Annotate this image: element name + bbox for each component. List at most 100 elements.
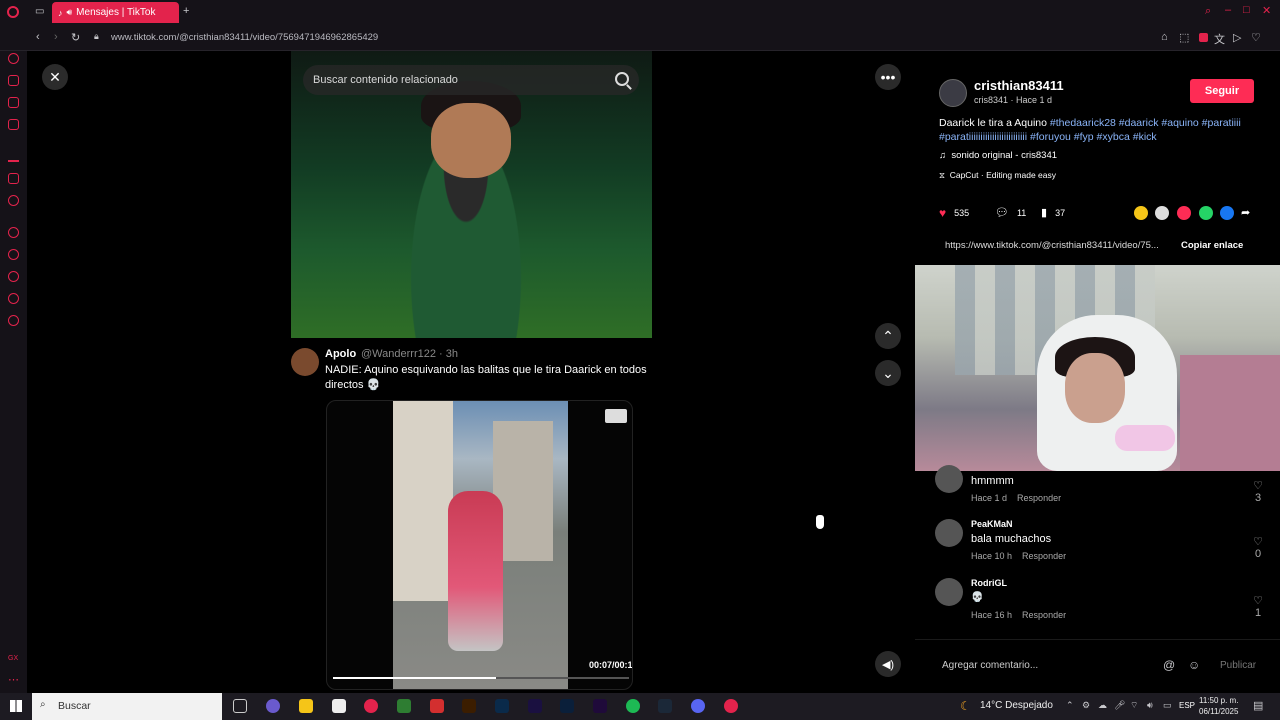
volume-button[interactable]: ◀) (875, 651, 901, 677)
sidebar-home-icon[interactable] (8, 53, 19, 64)
close-video-button[interactable]: ✕ (42, 64, 68, 90)
search-icon[interactable] (615, 72, 629, 86)
store-icon[interactable] (332, 699, 346, 713)
reply-button[interactable]: Responder (1022, 610, 1066, 620)
video-player[interactable]: Buscar contenido relacionado Apolo @Wand… (291, 51, 652, 693)
sidebar-messenger-icon[interactable] (8, 97, 19, 108)
spotify-icon[interactable] (626, 699, 640, 713)
steam-icon[interactable] (658, 699, 672, 713)
weather-widget[interactable]: 14°C Despejado (980, 700, 1053, 711)
sidebar-more-icon[interactable]: ⋯ (8, 673, 19, 686)
previous-video-button[interactable]: ⌃ (875, 323, 901, 349)
play-icon[interactable]: ▷ (1233, 31, 1241, 44)
share-coin-icon[interactable] (1134, 206, 1148, 220)
sidebar-add-icon[interactable] (8, 227, 19, 238)
share-whatsapp-icon[interactable] (1199, 206, 1213, 220)
task-view-icon[interactable] (233, 699, 247, 713)
sound-link[interactable]: ♫ sonido original - cris8341 (939, 150, 1057, 161)
system-clock[interactable]: 11:50 p. m. 06/11/2025 (1199, 695, 1238, 717)
avatar[interactable] (935, 519, 963, 547)
excel-icon[interactable] (397, 699, 411, 713)
reply-button[interactable]: Responder (1017, 493, 1061, 503)
copy-link-button[interactable]: Copiar enlace (1181, 240, 1243, 251)
sidebar-bag-icon[interactable] (8, 75, 19, 86)
like-button[interactable]: ♥ 535 (939, 206, 969, 220)
comment-input[interactable]: Agregar comentario... (942, 660, 1038, 671)
comment-author[interactable]: PeaKMaN (971, 519, 1013, 529)
translate-icon[interactable]: 文 (1214, 31, 1225, 47)
related-search-input[interactable]: Buscar contenido relacionado (303, 65, 639, 95)
back-icon[interactable]: ‹ (36, 31, 40, 43)
avatar[interactable] (939, 79, 967, 107)
copilot-icon[interactable] (266, 699, 280, 713)
pin-icon[interactable]: ⌂ (1161, 31, 1168, 43)
mention-icon[interactable]: @ (1163, 658, 1175, 672)
reply-button[interactable]: Responder (1022, 551, 1066, 561)
cloud-icon[interactable]: ☁ (1098, 700, 1107, 711)
opera-gx-icon[interactable] (364, 699, 378, 713)
comment-like-button[interactable]: ♡ 0 (1251, 535, 1265, 560)
shield-icon[interactable] (1199, 33, 1208, 42)
search-icon[interactable]: ⌕ (1205, 5, 1211, 18)
close-window-icon[interactable]: ✕ (1262, 4, 1271, 17)
acrobat-icon[interactable] (430, 699, 444, 713)
mic-icon[interactable]: 🎤︎ (1114, 700, 1125, 711)
minimize-icon[interactable]: – (1225, 4, 1231, 16)
share-repost-icon[interactable] (1177, 206, 1191, 220)
speaker-icon[interactable]: 🔊︎ (67, 7, 73, 18)
avatar[interactable] (935, 465, 963, 493)
url-field[interactable]: www.tiktok.com/@cristhian83411/video/756… (111, 32, 378, 43)
follow-button[interactable]: Seguir (1190, 79, 1254, 103)
capcut-link[interactable]: ⧖ CapCut · Editing made easy (939, 170, 1056, 181)
tab-tiktok[interactable]: ♪ 🔊︎ Mensajes | TikTok (52, 2, 179, 23)
volume-icon[interactable]: 🔊︎ (1147, 700, 1153, 711)
next-video-button[interactable]: ⌄ (875, 360, 901, 386)
plus-icon[interactable]: + (183, 5, 189, 17)
opera-icon[interactable] (724, 699, 738, 713)
share-embed-icon[interactable] (1155, 206, 1169, 220)
photoshop-icon[interactable] (560, 699, 574, 713)
illustrator-icon[interactable] (462, 699, 476, 713)
sidebar-music-icon[interactable] (8, 151, 19, 162)
more-options-button[interactable]: ••• (875, 64, 901, 90)
share-arrow-icon[interactable]: ➦ (1241, 206, 1250, 219)
save-button[interactable]: ▮ 37 (1041, 206, 1065, 219)
heart-icon[interactable]: ♡ (1251, 31, 1261, 44)
language-indicator[interactable]: ESP (1179, 701, 1195, 710)
share-facebook-icon[interactable] (1220, 206, 1234, 220)
sidebar-instagram-icon[interactable] (8, 195, 19, 206)
comment-like-button[interactable]: ♡ 3 (1251, 479, 1265, 504)
opera-logo-icon[interactable] (7, 6, 19, 18)
sidebar-wallet-icon[interactable] (8, 119, 19, 130)
video-progress-bar[interactable] (333, 677, 629, 679)
sidebar-extensions-icon[interactable] (8, 293, 19, 304)
sidebar-history-icon[interactable] (8, 271, 19, 282)
comment-button[interactable]: 💬︎ 11 (995, 206, 1026, 219)
sidebar-settings-icon[interactable] (8, 315, 19, 326)
wifi-icon[interactable]: ⌔ (1130, 700, 1138, 711)
publish-button[interactable]: Publicar (1220, 660, 1256, 671)
comment-author[interactable]: RodriGL (971, 578, 1007, 588)
windows-start-icon[interactable] (10, 700, 22, 712)
lightroom-icon[interactable] (495, 699, 509, 713)
snapshot-icon[interactable]: ⬚ (1179, 31, 1189, 44)
avatar[interactable] (935, 578, 963, 606)
sidebar-gx-icon[interactable]: GX (8, 655, 18, 662)
discord-icon[interactable] (691, 699, 705, 713)
tray-chevron-icon[interactable]: ⌃ (1066, 700, 1074, 711)
comment-like-button[interactable]: ♡ 1 (1251, 594, 1265, 619)
video-link[interactable]: https://www.tiktok.com/@cristhian83411/v… (945, 240, 1159, 251)
battery-icon[interactable]: ▭ (1163, 700, 1172, 711)
premiere-icon[interactable] (593, 699, 607, 713)
tray-app-icon[interactable]: ⚙ (1082, 700, 1090, 711)
maximize-icon[interactable]: □ (1243, 4, 1250, 16)
reload-icon[interactable]: ↻ (71, 31, 80, 44)
notification-icon[interactable]: ▤ (1253, 699, 1263, 712)
sidebar-twitch-icon[interactable] (8, 173, 19, 184)
emoji-icon[interactable]: ☺ (1188, 658, 1200, 672)
taskbar-search[interactable]: ⌕ Buscar (32, 693, 222, 720)
author-username[interactable]: cristhian83411 (974, 78, 1064, 93)
download-icon[interactable] (605, 409, 627, 423)
forward-icon[interactable]: › (54, 31, 58, 43)
after-effects-icon[interactable] (528, 699, 542, 713)
